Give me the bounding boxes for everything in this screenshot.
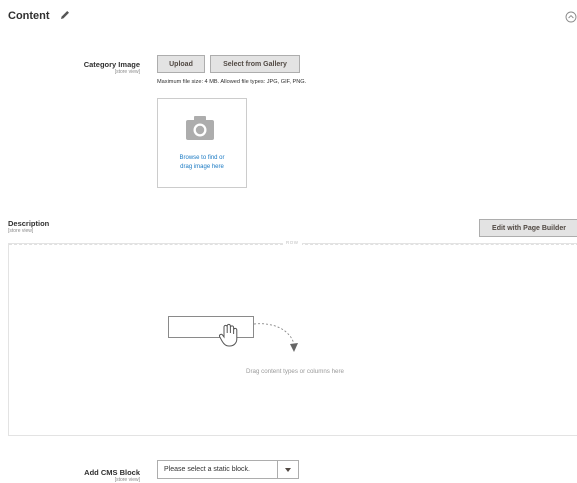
drag-content-hint: Drag content types or columns here (245, 368, 345, 375)
hand-icon (219, 323, 238, 347)
select-from-gallery-button[interactable]: Select from Gallery (210, 55, 300, 73)
browse-line-2[interactable]: drag image here (157, 163, 247, 172)
description-label: Description (8, 219, 50, 228)
add-cms-block-label: Add CMS Block (84, 468, 140, 477)
chevron-up-circle-icon[interactable] (565, 11, 577, 23)
image-drop-zone[interactable] (157, 98, 247, 188)
row-label: ROW (283, 240, 302, 245)
camera-icon (186, 116, 214, 140)
drop-placeholder (168, 316, 254, 338)
edit-with-page-builder-button[interactable]: Edit with Page Builder (479, 219, 577, 237)
pencil-icon[interactable] (59, 9, 71, 21)
cms-block-select-value[interactable]: Please select a static block. (158, 461, 277, 478)
description-scope: [store view] (8, 228, 34, 234)
cms-block-select[interactable]: Please select a static block. (157, 460, 299, 479)
file-size-note: Maximum file size: 4 MB. Allowed file ty… (157, 79, 307, 85)
caret-down-icon (285, 467, 291, 472)
category-image-scope: [store view] (114, 69, 140, 75)
browse-line-1[interactable]: Browse to find or (157, 154, 247, 163)
upload-button[interactable]: Upload (157, 55, 205, 73)
add-cms-block-scope: [store view] (114, 477, 140, 483)
curved-arrow-icon (253, 323, 298, 352)
section-title[interactable]: Content (8, 10, 50, 22)
cms-block-select-toggle[interactable] (277, 461, 298, 478)
category-image-label: Category Image (83, 60, 140, 69)
browse-link[interactable]: Browse to find or drag image here (157, 154, 247, 172)
